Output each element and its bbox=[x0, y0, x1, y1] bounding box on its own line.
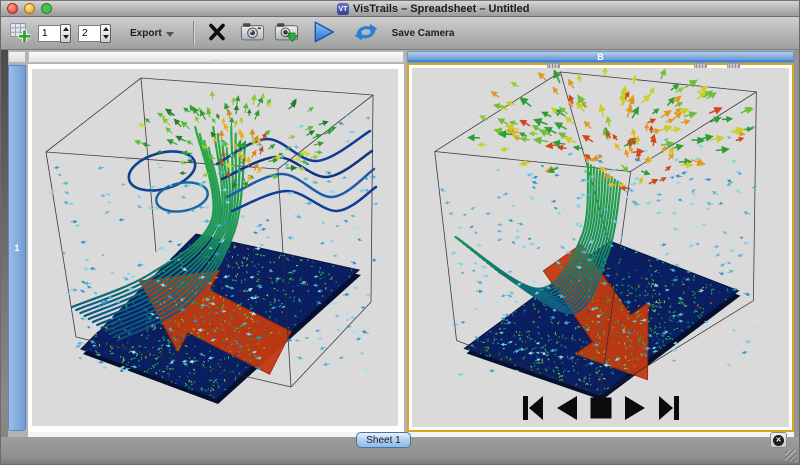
skip-to-start-button[interactable] bbox=[521, 395, 545, 421]
column-count-spinner bbox=[78, 24, 111, 43]
execute-button[interactable] bbox=[311, 19, 337, 48]
zoom-window-button[interactable] bbox=[41, 3, 52, 14]
toolbar: Export bbox=[1, 17, 799, 50]
column-b-label: B bbox=[597, 52, 604, 62]
column-header-b[interactable]: B bbox=[407, 51, 794, 63]
render-view-a[interactable] bbox=[32, 69, 398, 426]
clear-cell-button[interactable] bbox=[206, 21, 228, 46]
skip-to-start-icon bbox=[521, 395, 545, 421]
row-count-input[interactable] bbox=[38, 25, 60, 42]
spreadsheet-corner-cell[interactable] bbox=[8, 51, 26, 63]
close-window-button[interactable] bbox=[7, 3, 18, 14]
app-window: VT VisTrails – Spreadsheet – Untitled bbox=[0, 0, 800, 465]
down-arrow-icon bbox=[63, 35, 69, 39]
play-icon bbox=[622, 395, 648, 421]
column-count-down-button[interactable] bbox=[101, 33, 110, 42]
load-camera-button[interactable] bbox=[273, 21, 300, 46]
resize-grip[interactable] bbox=[785, 450, 797, 462]
render-view-b[interactable] bbox=[412, 68, 789, 427]
playback-controls bbox=[521, 395, 681, 421]
grid-plus-icon bbox=[9, 21, 30, 45]
camera-import-icon bbox=[274, 22, 299, 45]
sheet-tab-label: Sheet 1 bbox=[366, 435, 400, 446]
3d-visualization-a bbox=[32, 69, 398, 426]
chevron-down-icon bbox=[166, 32, 174, 37]
sync-arrows-icon bbox=[354, 21, 378, 46]
toolbar-separator bbox=[193, 21, 194, 45]
row-count-down-button[interactable] bbox=[61, 33, 70, 42]
capture-camera-button[interactable] bbox=[239, 21, 266, 46]
column-a-label: A bbox=[213, 52, 220, 62]
up-arrow-icon bbox=[63, 27, 69, 31]
skip-to-end-button[interactable] bbox=[657, 395, 681, 421]
step-back-icon bbox=[554, 395, 580, 421]
row-1-label: 1 bbox=[14, 243, 19, 253]
step-back-button[interactable] bbox=[554, 395, 580, 421]
play-button[interactable] bbox=[622, 395, 648, 421]
column-header-a[interactable]: A bbox=[28, 51, 404, 63]
new-sheet-button[interactable] bbox=[8, 20, 31, 46]
sheet-tab[interactable]: Sheet 1 bbox=[356, 432, 411, 448]
camera-icon bbox=[240, 22, 265, 45]
up-arrow-icon bbox=[103, 27, 109, 31]
column-count-input[interactable] bbox=[78, 25, 100, 42]
x-icon bbox=[207, 22, 227, 45]
stop-icon bbox=[589, 395, 613, 421]
save-camera-label: Save Camera bbox=[392, 28, 455, 39]
stop-button[interactable] bbox=[589, 395, 613, 421]
export-button[interactable]: Export bbox=[124, 27, 180, 40]
down-arrow-icon bbox=[103, 35, 109, 39]
cell-A1[interactable] bbox=[28, 64, 404, 432]
skip-to-end-icon bbox=[657, 395, 681, 421]
window-left-edge bbox=[1, 50, 8, 465]
close-sheet-button[interactable]: ✕ bbox=[770, 432, 787, 448]
export-label: Export bbox=[130, 28, 162, 39]
column-count-up-button[interactable] bbox=[101, 25, 110, 34]
minimize-window-button[interactable] bbox=[24, 3, 35, 14]
save-camera-button[interactable]: Save Camera bbox=[348, 20, 461, 47]
titlebar[interactable]: VT VisTrails – Spreadsheet – Untitled bbox=[1, 1, 799, 17]
row-header-1[interactable]: 1 bbox=[8, 65, 26, 431]
close-circle-icon: ✕ bbox=[773, 435, 784, 446]
cell-B1[interactable] bbox=[407, 63, 794, 432]
3d-visualization-b bbox=[412, 68, 789, 427]
play-icon bbox=[312, 20, 336, 47]
vistrails-logo-icon: VT bbox=[337, 3, 349, 15]
row-count-up-button[interactable] bbox=[61, 25, 70, 34]
window-title: VisTrails – Spreadsheet – Untitled bbox=[353, 3, 529, 15]
row-count-spinner bbox=[38, 24, 71, 43]
